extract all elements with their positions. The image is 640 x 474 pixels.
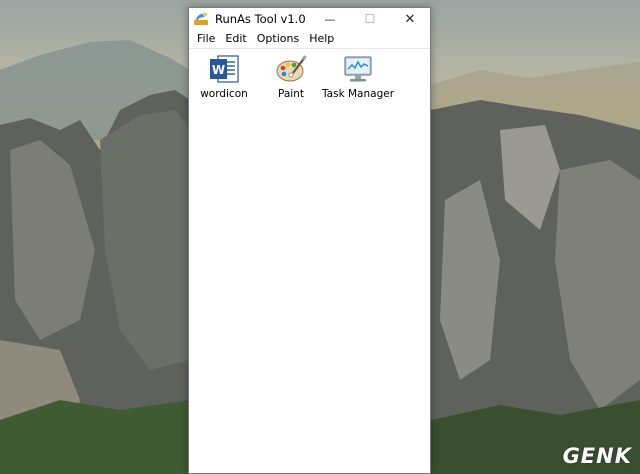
task-manager-icon [342, 53, 374, 85]
app-tile-paint[interactable]: Paint [256, 53, 326, 100]
maximize-button[interactable]: ☐ [350, 8, 390, 30]
desktop-background: RunAs Tool v1.0 — ☐ ✕ File Edit Options … [0, 0, 640, 474]
maximize-icon: ☐ [364, 12, 376, 26]
svg-text:W: W [212, 63, 225, 77]
menu-help[interactable]: Help [304, 30, 339, 48]
menu-options[interactable]: Options [252, 30, 304, 48]
runas-tool-window: RunAs Tool v1.0 — ☐ ✕ File Edit Options … [188, 7, 431, 474]
tile-label: Paint [278, 88, 304, 100]
window-controls: — ☐ ✕ [310, 8, 430, 30]
window-title: RunAs Tool v1.0 [215, 12, 306, 26]
title-bar[interactable]: RunAs Tool v1.0 — ☐ ✕ [189, 8, 430, 30]
word-icon: W [208, 53, 240, 85]
app-tile-wordicon[interactable]: W wordicon [189, 53, 259, 100]
menu-file[interactable]: File [192, 30, 220, 48]
menu-bar: File Edit Options Help [189, 30, 430, 48]
tile-label: wordicon [200, 88, 248, 100]
close-icon: ✕ [404, 11, 416, 27]
paint-icon [275, 53, 307, 85]
app-tile-task-manager[interactable]: Task Manager [321, 53, 395, 100]
close-button[interactable]: ✕ [390, 8, 430, 30]
genk-watermark: GENK [562, 444, 632, 468]
minimize-icon: — [324, 12, 336, 26]
tile-label: Task Manager [321, 88, 395, 100]
minimize-button[interactable]: — [310, 8, 350, 30]
menu-edit[interactable]: Edit [220, 30, 251, 48]
runas-app-icon [193, 11, 209, 27]
app-list-area: W wordicon Paint Task Manager [189, 49, 430, 469]
